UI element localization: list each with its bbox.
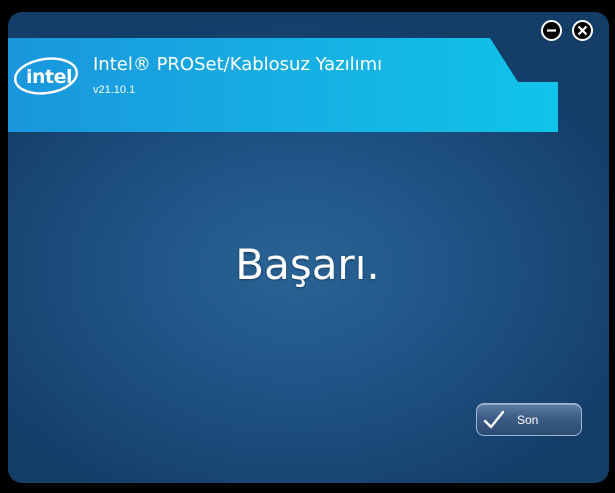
installer-window: intel Intel® PROSet/Kablosuz Yazılımı v2…	[0, 0, 615, 493]
app-title: Intel® PROSet/Kablosuz Yazılımı	[93, 54, 383, 75]
app-version: v21.10.1	[93, 84, 136, 96]
header-band	[8, 38, 558, 132]
svg-text:intel: intel	[26, 66, 72, 88]
intel-logo: intel	[12, 52, 80, 96]
finish-button[interactable]: Son	[476, 403, 582, 436]
close-button[interactable]	[572, 20, 593, 41]
minus-circle-icon	[547, 29, 556, 32]
success-message: Başarı.	[235, 240, 380, 289]
checkmark-icon	[483, 410, 505, 429]
minimize-button[interactable]	[541, 20, 562, 41]
finish-button-label: Son	[517, 413, 539, 427]
x-circle-icon	[577, 25, 588, 36]
